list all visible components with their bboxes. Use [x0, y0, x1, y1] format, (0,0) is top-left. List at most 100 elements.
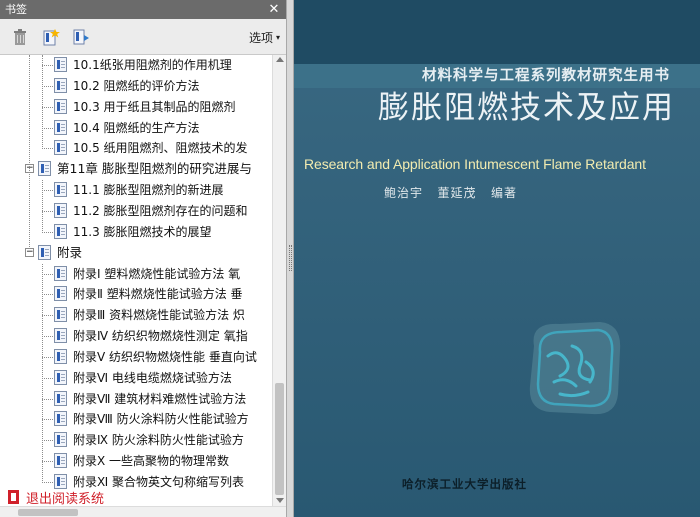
splitter-grip-icon[interactable]: [289, 245, 292, 271]
hscrollbar-thumb[interactable]: [18, 509, 78, 516]
bookmark-label: 附录Ⅰ 塑料燃烧性能试验方法 氧: [73, 266, 241, 281]
bookmark-item[interactable]: 11.1 膨胀型阻燃剂的新进展: [0, 180, 272, 200]
tree-connector: [42, 127, 53, 129]
options-menu[interactable]: 选项 ▾: [249, 29, 280, 46]
bookmark-item[interactable]: 附录Ⅸ 防火涂料防火性能试验方: [0, 430, 272, 450]
signature-seal: [520, 316, 628, 420]
publisher: 哈尔滨工业大学出版社: [402, 477, 527, 491]
bookmark-label: 附录Ⅹ 一些高聚物的物理常数: [73, 454, 230, 469]
bookmark-label: 附录Ⅱ 塑料燃烧性能试验方法 垂: [73, 287, 243, 302]
bookmark-item[interactable]: 附录Ⅴ 纺织织物燃烧性能 垂直向试: [0, 347, 272, 367]
tree-guide-line: [42, 55, 43, 150]
book-cover-page: 材料科学与工程系列教材研究生用书 膨胀阻燃技术及应用 Research and …: [294, 0, 700, 517]
tree-connector: [42, 440, 53, 442]
bookmark-chapter-item[interactable]: − 附录: [0, 243, 272, 263]
bookmark-item[interactable]: 10.5 纸用阻燃剂、阻燃技术的发: [0, 138, 272, 158]
tree-connector: [42, 419, 53, 421]
bookmark-icon: [54, 348, 67, 364]
horizontal-scrollbar[interactable]: [0, 506, 286, 517]
bookmark-icon: [54, 307, 67, 323]
tree-connector: [42, 315, 53, 317]
bookmark-label: 10.1纸张用阻燃剂的作用机理: [73, 58, 232, 72]
bookmark-label: 附录Ⅵ 电线电缆燃烧试验方法: [73, 370, 232, 385]
author-role: 编著: [490, 186, 517, 200]
delete-bookmark-icon[interactable]: [11, 28, 29, 46]
bookmark-icon: [54, 265, 67, 281]
bookmark-item[interactable]: 附录Ⅵ 电线电缆燃烧试验方法: [0, 368, 272, 388]
bookmark-icon: [54, 369, 67, 385]
bookmark-icon: [54, 390, 67, 406]
new-bookmark-icon[interactable]: [42, 28, 60, 46]
tree-guide-line: [42, 180, 43, 233]
bookmark-item[interactable]: 10.3 用于纸且其制品的阻燃剂: [0, 97, 272, 117]
chevron-down-icon: ▾: [275, 33, 280, 42]
expand-bookmark-icon[interactable]: [72, 28, 90, 46]
bookmark-item[interactable]: 11.3 膨胀阻燃技术的展望: [0, 222, 272, 242]
tree-connector: [42, 356, 53, 358]
bookmark-item[interactable]: 11.2 膨胀型阻燃剂存在的问题和: [0, 201, 272, 221]
bookmark-icon: [38, 161, 51, 177]
bookmark-label: 11.2 膨胀型阻燃剂存在的问题和: [73, 203, 248, 218]
bookmark-tree: 10.1纸张用阻燃剂的作用机理 10.2 阻燃纸的评价方法 10.3 用于纸且其制品…: [0, 55, 272, 506]
bookmark-label: 第11章 膨胀型阻燃剂的研究进展与: [57, 161, 252, 177]
pane-splitter[interactable]: [286, 0, 294, 517]
tree-connector: [42, 398, 53, 400]
tree-connector: [42, 377, 53, 379]
collapse-toggle-icon[interactable]: −: [25, 247, 34, 257]
bookmark-item[interactable]: 附录Ⅷ 防火涂料防火性能试验方: [0, 409, 272, 429]
bookmark-toolbar: 选项 ▾: [0, 19, 286, 55]
bookmark-icon: [54, 140, 67, 156]
bookmark-item[interactable]: 10.2 阻燃纸的评价方法: [0, 76, 272, 96]
authors: 鲍治宇 董延茂 编著: [384, 184, 517, 201]
exit-reader-item[interactable]: 退出阅读系统: [0, 487, 270, 507]
bookmark-icon: [54, 119, 67, 135]
bookmark-item[interactable]: 附录Ⅲ 资料燃烧性能试验方法 炽: [0, 305, 272, 325]
tree-connector: [42, 85, 53, 87]
vertical-scrollbar[interactable]: [272, 55, 286, 506]
tree-guide-line: [42, 263, 43, 483]
bookmark-item[interactable]: 附录Ⅹ 一些高聚物的物理常数: [0, 451, 272, 471]
bookmark-label: 10.2 阻燃纸的评价方法: [73, 78, 200, 93]
bookmark-item[interactable]: 10.4 阻燃纸的生产方法: [0, 118, 272, 138]
bookmark-item[interactable]: 附录Ⅳ 纺织织物燃烧性测定 氧指: [0, 326, 272, 346]
bookmark-icon: [54, 286, 67, 302]
bookmark-label: 10.5 纸用阻燃剂、阻燃技术的发: [73, 141, 248, 156]
options-label: 选项: [248, 31, 273, 45]
bookmark-icon: [54, 223, 67, 239]
bookmark-label: 附录Ⅳ 纺织织物燃烧性测定 氧指: [73, 329, 248, 344]
pane-header: 书签 ✕: [0, 0, 286, 19]
bookmark-icon: [54, 411, 67, 427]
bookmarks-pane: 书签 ✕ 选项 ▾ 10.1纸张用阻燃剂的作用机理 10.2 阻燃纸的评价方法 …: [0, 0, 286, 517]
author-name: 鲍治宇: [384, 186, 424, 200]
tree-connector: [42, 106, 53, 108]
bookmark-icon: [54, 57, 67, 72]
bookmark-icon: [38, 244, 51, 260]
scroll-up-icon[interactable]: [276, 57, 284, 62]
exit-icon: [8, 490, 19, 504]
scrollbar-thumb[interactable]: [275, 383, 284, 495]
bookmark-icon: [54, 202, 67, 218]
tree-connector: [42, 273, 53, 275]
bookmark-label: 附录Ⅸ 防火涂料防火性能试验方: [73, 433, 244, 448]
bookmark-icon: [54, 453, 67, 469]
bookmark-icon: [54, 182, 67, 198]
tree-connector: [42, 461, 53, 463]
bookmark-label: 附录Ⅲ 资料燃烧性能试验方法 炽: [73, 308, 245, 323]
book-title: 膨胀阻燃技术及应用: [378, 90, 675, 126]
tree-connector: [42, 65, 53, 66]
bookmark-item[interactable]: 附录Ⅶ 建筑材料难燃性试验方法: [0, 389, 272, 409]
scroll-down-icon[interactable]: [276, 498, 284, 503]
bookmark-item[interactable]: 10.1纸张用阻燃剂的作用机理: [0, 55, 272, 75]
bookmark-label: 附录Ⅶ 建筑材料难燃性试验方法: [73, 391, 247, 406]
close-icon[interactable]: ✕: [267, 0, 281, 19]
bookmark-item[interactable]: 附录Ⅰ 塑料燃烧性能试验方法 氧: [0, 264, 272, 284]
bookmark-icon: [54, 98, 67, 114]
bookmark-icon: [54, 328, 67, 344]
tree-connector: [42, 210, 53, 212]
tree-connector: [42, 148, 53, 150]
bookmark-chapter-item[interactable]: − 第11章 膨胀型阻燃剂的研究进展与: [0, 159, 272, 179]
bookmark-icon: [54, 77, 67, 93]
bookmark-item[interactable]: 附录Ⅱ 塑料燃烧性能试验方法 垂: [0, 284, 272, 304]
tree-connector: [42, 231, 53, 233]
tree-connector: [42, 190, 53, 192]
